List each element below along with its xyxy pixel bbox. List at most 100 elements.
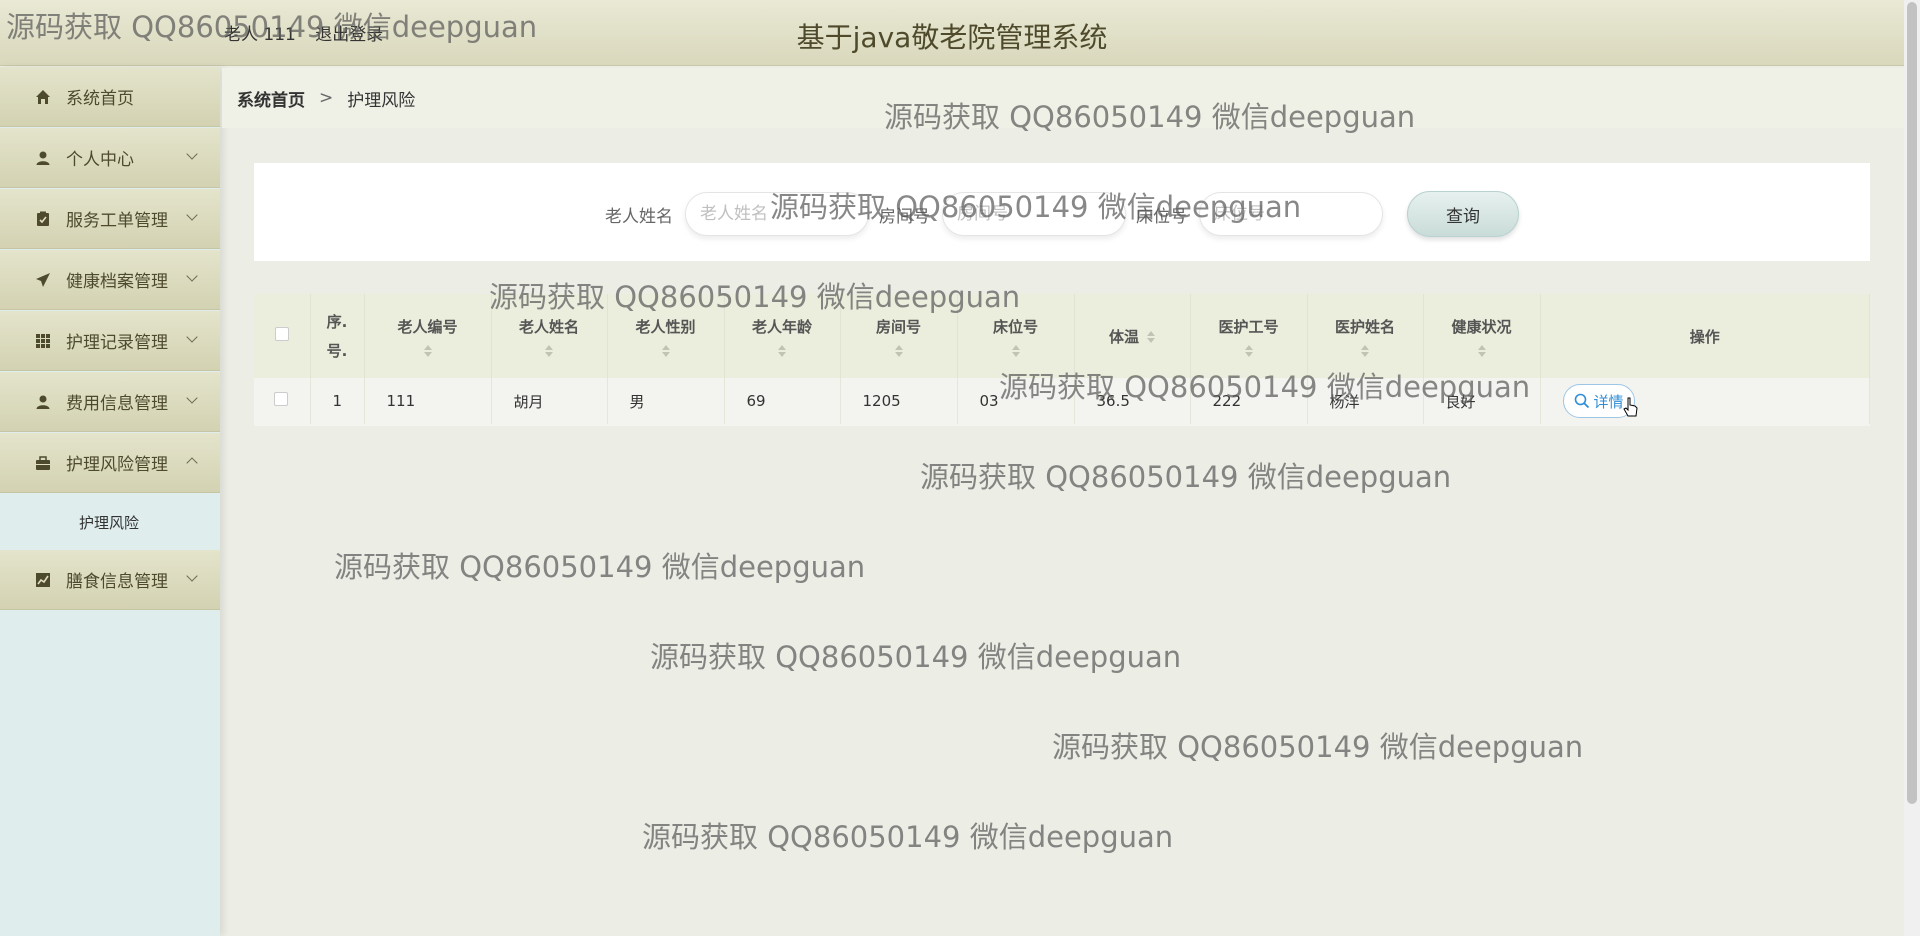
sidebar-item-label: 系统首页 [66,89,134,109]
sort-icon [1424,344,1540,357]
breadcrumb-separator: > [319,88,334,108]
chevron-down-icon [186,270,198,282]
chevron-down-icon [186,392,198,404]
header-label: 体温 [1108,327,1139,346]
breadcrumb-home[interactable]: 系统首页 [237,86,305,111]
sidebar-item-label: 个人中心 [66,150,134,170]
breadcrumb: 系统首页 > 护理风险 [222,68,1904,128]
column-header-action: 操作 [1540,294,1870,378]
bed-input[interactable] [1199,192,1383,236]
cell-nurse-id: 222 [1190,378,1308,424]
column-header-nurse-id[interactable]: 医护工号 [1190,294,1308,378]
watermark-text: 源码获取 QQ86050149 微信deepguan [642,820,1174,854]
elder-name-label: 老人姓名 [605,206,673,227]
header-label: 床位号 [992,317,1038,336]
select-all-checkbox[interactable] [274,327,289,341]
table-header-row: 序. 号. 老人编号 老人姓名 老人性别 老人年龄 房间号 床位号 体温 医护工… [254,294,1870,378]
bed-label: 床位号 [1136,206,1187,227]
cell-health: 良好 [1423,378,1541,424]
top-header: 老人 111 退出登录 基于java敬老院管理系统 [0,0,1904,66]
send-icon [34,271,52,289]
sidebar-item-nursing-risk[interactable]: 护理风险管理 [0,433,220,493]
column-header-elder-name[interactable]: 老人姓名 [491,294,608,378]
cell-temp: 36.5 [1074,378,1191,424]
column-header-elder-id[interactable]: 老人编号 [364,294,492,378]
sidebar-item-label: 费用信息管理 [66,394,168,414]
app-title-text: 基于java敬老院管理系统 [796,21,1108,54]
home-icon [34,88,52,106]
column-header-gender[interactable]: 老人性别 [607,294,725,378]
grid-icon [34,332,52,350]
index-header-top: 序. [326,313,348,331]
sort-icon [492,344,607,357]
sort-icon [1191,344,1307,357]
watermark-text: 源码获取 QQ86050149 微信deepguan [650,640,1182,674]
clipboard-icon [34,210,52,228]
cell-index: 1 [310,378,365,424]
chevron-down-icon [186,209,198,221]
header-label: 老人性别 [635,317,696,336]
breadcrumb-current: 护理风险 [347,90,416,111]
user-icon [34,149,52,167]
search-icon [1574,393,1589,409]
sidebar-item-label: 护理风险管理 [66,455,168,475]
scrollbar-thumb[interactable] [1907,2,1917,804]
header-label: 医护工号 [1218,317,1279,336]
header-label: 健康状况 [1451,317,1512,336]
sidebar-item-fee-info[interactable]: 费用信息管理 [0,372,220,432]
search-row: 老人姓名 房间号 床位号 查询 [254,191,1870,237]
watermark-text: 源码获取 QQ86050149 微信deepguan [920,460,1452,494]
cell-bed: 03 [957,378,1075,424]
query-button[interactable]: 查询 [1407,191,1519,237]
submenu-item-nursing-risk[interactable]: 护理风险 [0,494,220,550]
column-header-nurse-name[interactable]: 医护姓名 [1307,294,1424,378]
search-panel: 老人姓名 房间号 床位号 查询 [254,163,1870,261]
index-header-bottom: 号. [326,342,348,360]
column-header-age[interactable]: 老人年龄 [724,294,841,378]
select-all-header [254,294,311,378]
room-input[interactable] [942,192,1126,236]
detail-label: 详情 [1593,392,1624,411]
sidebar: 系统首页 个人中心 服务工单管理 健康档案管理 护理记录管理 费用信息管理 护理… [0,67,220,936]
submenu-item-label: 护理风险 [79,513,140,532]
sort-icon [365,344,491,357]
cell-elder-name: 胡月 [491,378,608,424]
app-title: 基于java敬老院管理系统 [0,16,1904,56]
column-header-temp[interactable]: 体温 [1074,294,1191,378]
sidebar-item-meal-info[interactable]: 膳食信息管理 [0,550,220,610]
row-select-cell [254,378,311,424]
elder-name-input[interactable] [685,192,869,236]
sidebar-item-health-records[interactable]: 健康档案管理 [0,250,220,310]
pointer-cursor-icon [1623,397,1638,417]
sidebar-item-service-orders[interactable]: 服务工单管理 [0,189,220,249]
column-header-index: 序. 号. [310,294,365,378]
chevron-down-icon [186,570,198,582]
cell-elder-id: 111 [364,378,492,424]
column-header-room[interactable]: 房间号 [840,294,958,378]
header-label: 老人年龄 [751,317,812,336]
cell-action: 详情 [1540,378,1870,424]
header-label: 老人姓名 [518,317,579,336]
column-header-bed[interactable]: 床位号 [957,294,1075,378]
sort-icon [1147,331,1155,343]
sort-icon [958,344,1074,357]
cell-room: 1205 [840,378,958,424]
cell-nurse-name: 杨洋 [1307,378,1424,424]
sidebar-item-label: 健康档案管理 [66,272,168,292]
cell-gender: 男 [607,378,725,424]
page-scrollbar[interactable] [1904,0,1920,936]
chevron-up-icon [186,457,198,469]
header-label: 医护姓名 [1334,317,1395,336]
cell-age: 69 [724,378,841,424]
header-label: 操作 [1689,327,1720,346]
sidebar-item-label: 服务工单管理 [66,211,168,231]
chevron-down-icon [186,148,198,160]
header-label: 房间号 [875,317,921,336]
sidebar-item-nursing-records[interactable]: 护理记录管理 [0,311,220,371]
chart-icon [34,571,52,589]
row-checkbox[interactable] [274,392,288,406]
column-header-health[interactable]: 健康状况 [1423,294,1541,378]
user-icon [34,393,52,411]
sidebar-item-personal-center[interactable]: 个人中心 [0,128,220,188]
sidebar-item-home[interactable]: 系统首页 [0,67,220,127]
